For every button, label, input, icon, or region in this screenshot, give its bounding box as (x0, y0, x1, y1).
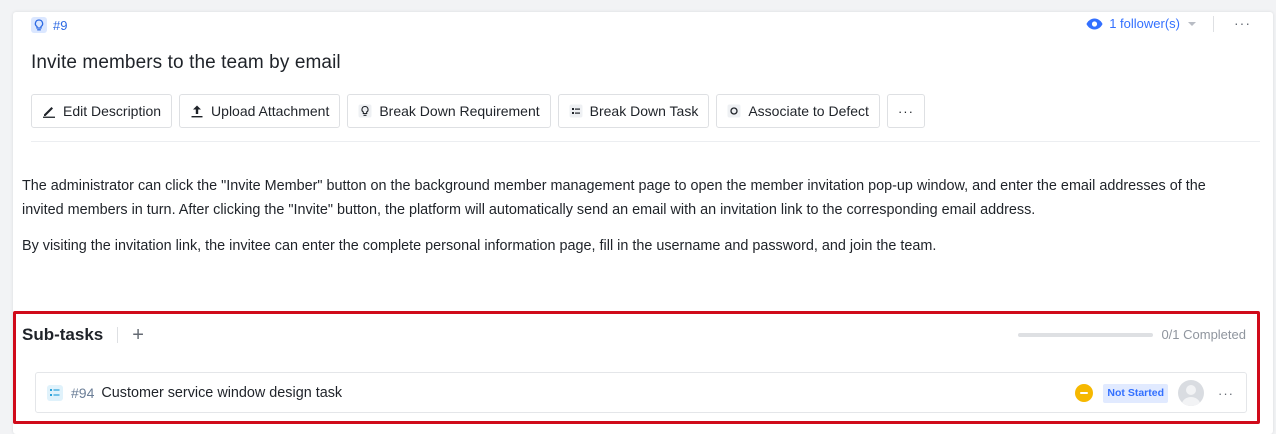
edit-description-label: Edit Description (63, 103, 162, 119)
associate-to-defect-label: Associate to Defect (748, 103, 869, 119)
task-list-icon (47, 384, 63, 401)
subtasks-title: Sub-tasks (22, 325, 104, 344)
subtask-meta: Not Started ··· (1075, 380, 1234, 406)
edit-description-button[interactable]: Edit Description (31, 94, 173, 128)
upload-attachment-button[interactable]: Upload Attachment (179, 94, 341, 128)
upload-attachment-label: Upload Attachment (211, 103, 330, 119)
task-list-icon (569, 104, 583, 118)
add-subtask-button[interactable]: + (132, 325, 144, 345)
priority-medium-icon[interactable] (1075, 384, 1094, 402)
subtask-row[interactable]: #94 Customer service window design task … (35, 372, 1247, 413)
description-paragraph: The administrator can click the "Invite … (22, 178, 1206, 218)
subtask-title[interactable]: Customer service window design task (101, 385, 342, 401)
assignee-avatar[interactable] (1178, 380, 1204, 406)
subtask-id[interactable]: #94 (71, 385, 94, 401)
issue-title: Invite members to the team by email (31, 52, 341, 73)
progress-label: 0/1 Completed (1161, 327, 1246, 342)
associate-to-defect-button[interactable]: Associate to Defect (716, 94, 880, 128)
break-down-task-button[interactable]: Break Down Task (557, 94, 710, 128)
followers-dropdown[interactable]: 1 follower(s) (1086, 16, 1196, 31)
issue-description: The administrator can click the "Invite … (22, 174, 1237, 270)
issue-id: #9 (53, 17, 68, 33)
subtasks-header: Sub-tasks + (22, 325, 144, 345)
requirement-icon (31, 17, 47, 33)
eye-icon (1086, 18, 1103, 29)
break-down-task-label: Break Down Task (589, 103, 699, 119)
description-paragraph: By visiting the invitation link, the inv… (22, 238, 937, 254)
header-divider-line (31, 141, 1260, 142)
pencil-icon (43, 107, 55, 118)
issue-id-row: #9 (31, 16, 67, 34)
upload-icon (191, 105, 203, 118)
subtask-more-button[interactable]: ··· (1218, 386, 1234, 401)
chevron-down-icon (1188, 21, 1196, 26)
break-down-requirement-button[interactable]: Break Down Requirement (347, 94, 551, 128)
subtasks-progress: 0/1 Completed (1018, 327, 1246, 342)
lightbulb-icon (358, 104, 372, 118)
defect-icon (727, 104, 741, 118)
header-divider (1213, 16, 1214, 32)
issue-toolbar: Edit Description Upload Attachment Break… (31, 94, 925, 128)
more-options-button[interactable]: ··· (1234, 14, 1251, 32)
subtasks-divider (117, 327, 119, 343)
toolbar-more-button[interactable]: ··· (886, 94, 925, 128)
status-badge[interactable]: Not Started (1103, 383, 1168, 403)
followers-label: 1 follower(s) (1109, 16, 1180, 31)
break-down-requirement-label: Break Down Requirement (379, 103, 540, 119)
progress-bar (1018, 332, 1154, 337)
